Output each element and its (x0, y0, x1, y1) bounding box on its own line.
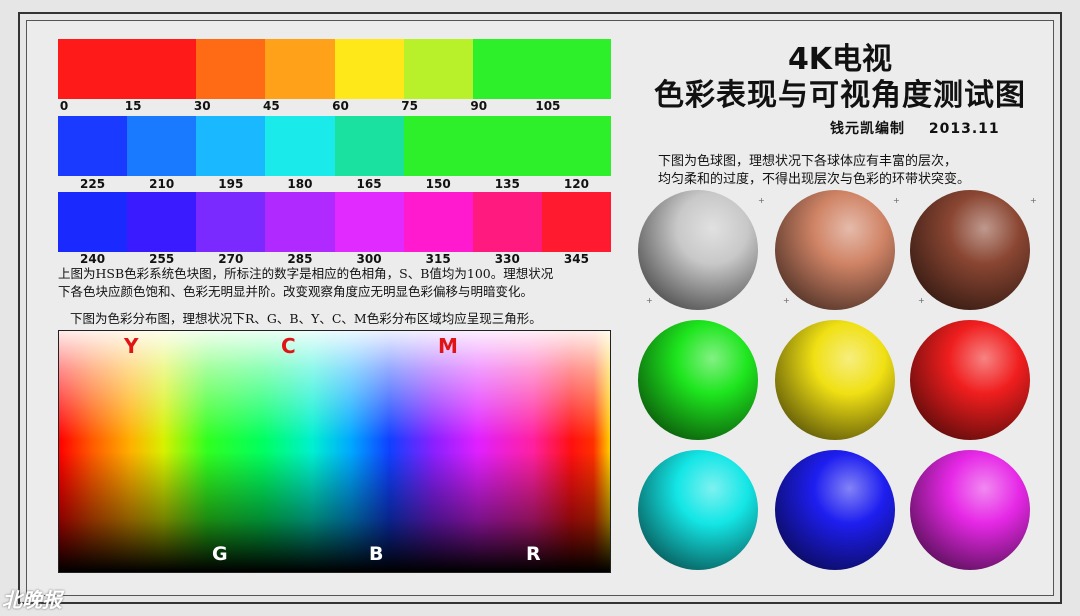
sphere-tick: + (758, 196, 765, 205)
sphere-tick: + (1030, 196, 1037, 205)
sphere-yellow (775, 320, 895, 440)
hue-angle-label: 345 (563, 252, 589, 266)
hue-angle-label: 285 (287, 252, 313, 266)
hue-swatch (403, 192, 473, 252)
hue-swatch (196, 39, 266, 99)
distribution-label-r: R (526, 543, 541, 565)
hue-swatch (334, 116, 404, 176)
hue-swatch (472, 39, 611, 99)
hue-swatch (196, 192, 266, 252)
hue-row-3 (58, 192, 611, 252)
hue-angle-label: 0 (59, 99, 69, 113)
sphere-tick: + (646, 296, 653, 305)
hue-angle-label: 240 (80, 252, 106, 266)
sphere-description-line2: 均匀柔和的过度，不得出现层次与色彩的环带状突变。 (658, 172, 971, 187)
sphere-tick: + (893, 196, 900, 205)
sphere-cyan (638, 450, 758, 570)
hue-swatch (334, 39, 404, 99)
sphere-red (910, 320, 1030, 440)
sphere-gray (638, 190, 758, 310)
hue-swatch (58, 116, 128, 176)
sphere-green (638, 320, 758, 440)
color-distribution-chart (58, 330, 611, 573)
distribution-caption: 下图为色彩分布图，理想状况下R、G、B、Y、C、M色彩分布区域均应呈现三角形。 (70, 311, 542, 326)
hue-labels-1: 0 15 30 45 60 75 90 105 (58, 99, 611, 115)
hue-row-1 (58, 39, 611, 99)
hue-angle-label: 105 (535, 99, 561, 113)
sphere-magenta (910, 450, 1030, 570)
distribution-label-m: M (438, 334, 458, 358)
distribution-label-g: G (212, 543, 228, 565)
sphere-brown (910, 190, 1030, 310)
sphere-salmon (775, 190, 895, 310)
distribution-label-c: C (281, 334, 296, 358)
sphere-tick: + (783, 296, 790, 305)
hue-angle-label: 15 (124, 99, 142, 113)
hue-angle-label: 75 (401, 99, 418, 113)
hue-angle-label: 60 (332, 99, 349, 113)
hue-angle-label: 255 (149, 252, 175, 266)
sphere-tick: + (918, 296, 925, 305)
hue-angle-label: 135 (494, 177, 520, 191)
credit-date: 2013.11 (928, 121, 1000, 137)
hue-angle-label: 315 (425, 252, 451, 266)
distribution-dark-layer (59, 331, 610, 572)
hue-angle-label: 270 (218, 252, 244, 266)
hue-swatch (127, 192, 197, 252)
hue-swatch (58, 39, 197, 99)
hue-angle-label: 90 (470, 99, 488, 113)
sphere-blue (775, 450, 895, 570)
credit: 钱元凯编制 2013.11 (830, 118, 1000, 138)
hue-angle-label: 30 (193, 99, 211, 113)
watermark: 北晚报 (2, 588, 62, 612)
hsb-description-line1: 上图为HSB色彩系统色块图，所标注的数字是相应的色相角，S、B值均为100。理想… (58, 266, 554, 281)
hue-swatch (127, 116, 197, 176)
hue-angle-label: 210 (149, 177, 175, 191)
hue-angle-label: 225 (80, 177, 106, 191)
sphere-description-line1: 下图为色球图，理想状况下各球体应有丰富的层次， (658, 154, 958, 169)
hue-swatch (472, 192, 542, 252)
distribution-label-b: B (369, 543, 384, 565)
hue-angle-label: 165 (356, 177, 382, 191)
hue-angle-label: 180 (287, 177, 313, 191)
hue-angle-label: 45 (263, 99, 280, 113)
hue-swatch (265, 39, 335, 99)
hue-labels-2: 225 210 195 180 165 150 135 120 (58, 177, 611, 193)
hue-swatch (58, 192, 128, 252)
hue-swatch (403, 116, 611, 176)
hue-angle-label: 300 (356, 252, 382, 266)
hue-swatch (196, 116, 266, 176)
hue-swatch (334, 192, 404, 252)
credit-author: 钱元凯编制 (830, 121, 905, 137)
distribution-label-y: Y (124, 334, 139, 358)
hue-row-2 (58, 116, 611, 176)
hue-angle-label: 330 (494, 252, 520, 266)
hue-swatch (265, 116, 335, 176)
hue-angle-label: 150 (425, 177, 451, 191)
hue-swatch (541, 192, 611, 252)
hue-angle-label: 120 (563, 177, 589, 191)
hsb-description-line2: 下各色块应颜色饱和、色彩无明显并阶。改变观察角度应无明显色彩偏移与明暗变化。 (58, 284, 534, 299)
hue-angle-label: 195 (218, 177, 244, 191)
page-title-line2: 色彩表现与可视角度测试图 (654, 78, 1026, 113)
hue-swatch (403, 39, 473, 99)
hue-swatch (265, 192, 335, 252)
